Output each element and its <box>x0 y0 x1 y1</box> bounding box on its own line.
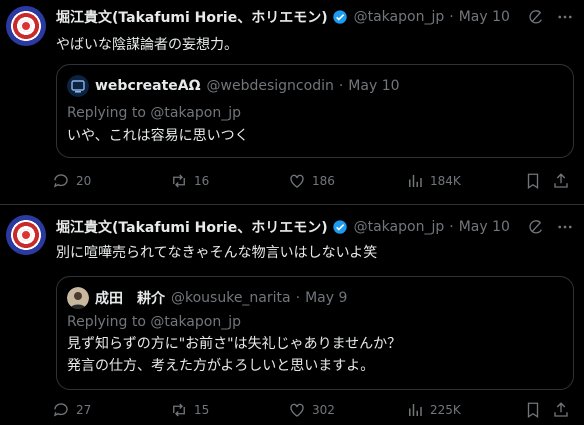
quoted-tweet-header: 成田 耕介 @kousuke_narita · May 9 <box>67 287 347 309</box>
more-options-icon[interactable] <box>556 218 574 236</box>
repost-icon <box>173 403 185 417</box>
repost-icon <box>173 174 185 188</box>
author-handle[interactable]: @takapon_jp <box>354 219 445 235</box>
heart-icon <box>290 174 304 188</box>
reply-icon <box>53 174 68 188</box>
views-button[interactable]: 184K <box>406 172 461 190</box>
quoted-text-line: 発言の仕方、考えた方がよろしいと思いますよ。 <box>67 358 375 374</box>
share-icon[interactable] <box>552 401 570 419</box>
reply-button[interactable]: 20 <box>52 172 91 190</box>
author-handle[interactable]: @takapon_jp <box>354 9 445 25</box>
repost-count: 15 <box>194 403 210 417</box>
quoted-author-name: webcreateAΩ <box>95 78 201 94</box>
separator-dot: · <box>449 219 454 235</box>
quoted-date: May 9 <box>305 290 348 306</box>
repost-button[interactable]: 15 <box>170 401 209 419</box>
quoted-author-handle: @webdesigncodin <box>206 78 334 94</box>
quoted-author-handle: @kousuke_narita <box>171 290 291 306</box>
like-button[interactable]: 302 <box>288 401 335 419</box>
verified-badge-icon <box>332 220 347 234</box>
view-count: 225K <box>430 403 461 417</box>
reply-button[interactable]: 27 <box>52 401 91 419</box>
replying-to: Replying to @takapon_jp <box>67 105 241 121</box>
quoted-tweet-header: webcreateAΩ @webdesigncodin · May 10 <box>67 75 400 97</box>
tweet-actions: 20 16 186 184K <box>52 172 572 192</box>
grok-icon[interactable] <box>528 9 544 25</box>
repost-count: 16 <box>194 174 210 188</box>
quoted-author-name: 成田 耕介 <box>95 291 165 307</box>
reply-icon <box>53 403 68 417</box>
reply-count: 27 <box>76 403 92 417</box>
avatar[interactable] <box>6 6 46 46</box>
repost-button[interactable]: 16 <box>170 172 209 190</box>
tweet-date[interactable]: May 10 <box>459 219 510 235</box>
reply-count: 20 <box>76 174 92 188</box>
view-count: 184K <box>430 174 461 188</box>
tweet-actions: 27 15 302 225K <box>52 401 572 421</box>
quoted-text-line: いや、これは容易に思いつく <box>67 128 249 144</box>
share-icon[interactable] <box>552 172 570 190</box>
verified-badge-icon <box>332 10 347 24</box>
quoted-avatar <box>67 75 89 97</box>
quoted-text-line: 見ず知らずの方に"お前さ"は失礼じゃありませんか？ <box>67 336 402 352</box>
separator-dot: · <box>295 290 301 306</box>
more-options-icon[interactable] <box>556 8 574 26</box>
grok-icon[interactable] <box>528 219 544 235</box>
views-button[interactable]: 225K <box>406 401 461 419</box>
views-icon <box>409 175 422 187</box>
like-count: 302 <box>312 403 335 417</box>
heart-icon <box>290 403 304 417</box>
author-name[interactable]: 堀江貴文(Takafumi Horie、ホリエモン) <box>56 7 328 27</box>
separator-dot: · <box>338 78 344 94</box>
tweet-header: 堀江貴文(Takafumi Horie、ホリエモン) @takapon_jp ·… <box>56 218 510 236</box>
like-button[interactable]: 186 <box>288 172 335 190</box>
tweet-text: やばいな陰謀論者の妄想力。 <box>56 37 238 53</box>
tweet[interactable]: 堀江貴文(Takafumi Horie、ホリエモン) @takapon_jp ·… <box>0 0 584 204</box>
quoted-date: May 10 <box>348 78 400 94</box>
quoted-tweet[interactable]: webcreateAΩ @webdesigncodin · May 10 Rep… <box>56 64 574 158</box>
tweet-text: 別に喧嘩売られてなきゃそんな物言いはしないよ笑 <box>56 245 378 261</box>
replying-to: Replying to @takapon_jp <box>67 314 241 330</box>
separator-dot: · <box>449 9 454 25</box>
tweet-date[interactable]: May 10 <box>459 9 510 25</box>
tweet-header: 堀江貴文(Takafumi Horie、ホリエモン) @takapon_jp ·… <box>56 8 510 26</box>
bookmark-icon[interactable] <box>524 401 542 419</box>
like-count: 186 <box>312 174 335 188</box>
bookmark-icon[interactable] <box>524 172 542 190</box>
author-name[interactable]: 堀江貴文(Takafumi Horie、ホリエモン) <box>56 217 328 237</box>
quoted-tweet[interactable]: 成田 耕介 @kousuke_narita · May 9 Replying t… <box>56 276 574 390</box>
quoted-avatar <box>67 287 89 309</box>
tweet[interactable]: 堀江貴文(Takafumi Horie、ホリエモン) @takapon_jp ·… <box>0 205 584 425</box>
views-icon <box>409 404 422 416</box>
avatar[interactable] <box>6 215 46 255</box>
